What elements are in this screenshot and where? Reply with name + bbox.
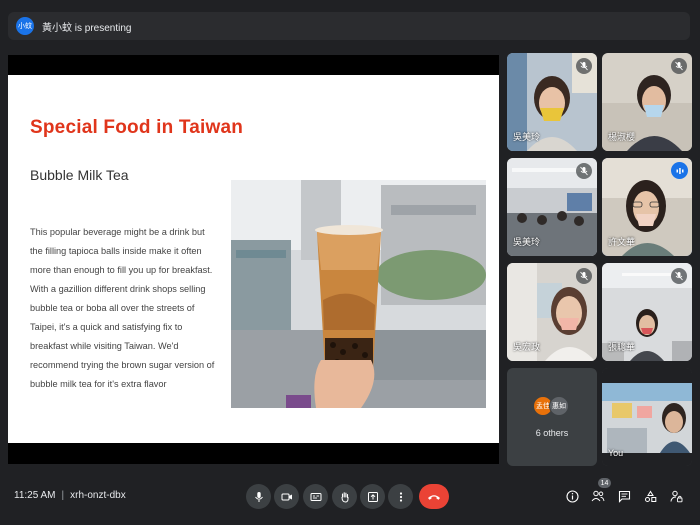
slide-body: This popular beverage might be a drink b… <box>30 227 215 389</box>
presentation-stage[interactable]: Special Food in Taiwan Bubble Milk Tea T… <box>8 55 499 464</box>
participant-name: 張聰華 <box>608 342 636 352</box>
chat-icon <box>618 490 630 503</box>
participant-name: 吳宏政 <box>513 342 541 352</box>
leave-call-button[interactable] <box>419 484 449 509</box>
participant-name: 楊淑櫻 <box>608 132 636 142</box>
participant-tile[interactable]: 吳美玲 <box>507 158 597 256</box>
clock-time: 11:25 AM <box>14 490 56 501</box>
mic-off-icon <box>576 163 592 179</box>
people-button[interactable] <box>587 485 609 507</box>
participant-name: 吳美玲 <box>513 237 541 247</box>
mic-off-icon <box>671 58 687 74</box>
slide: Special Food in Taiwan Bubble Milk Tea T… <box>8 75 499 443</box>
meeting-details-button[interactable] <box>561 485 583 507</box>
presenting-banner: 小蚊 黃小蚊 is presenting <box>8 12 690 40</box>
more-vert-icon <box>399 491 402 502</box>
avatar: 惠如 <box>549 396 569 416</box>
participant-tile[interactable]: 楊淑櫻 <box>602 53 692 151</box>
chat-button[interactable] <box>613 485 635 507</box>
meeting-code: xrh-onzt-dbx <box>70 490 126 501</box>
presenter-avatar: 小蚊 <box>16 17 34 35</box>
mic-off-icon <box>671 268 687 284</box>
present-button[interactable] <box>360 484 385 509</box>
camera-icon <box>281 493 292 500</box>
participant-tile[interactable]: 吳宏政 <box>507 263 597 361</box>
participant-name: 吳美玲 <box>513 132 541 142</box>
self-name: You <box>608 448 624 458</box>
slide-subtitle: Bubble Milk Tea <box>30 167 129 183</box>
hand-icon <box>341 491 348 503</box>
participant-tile[interactable]: 張聰華 <box>602 263 692 361</box>
more-options-button[interactable] <box>388 484 413 509</box>
speaking-indicator-icon <box>671 162 688 179</box>
info-icon <box>565 489 579 503</box>
meeting-info: 11:25 AM | xrh-onzt-dbx <box>14 490 126 501</box>
host-controls-button[interactable] <box>665 485 687 507</box>
separator: | <box>61 490 65 501</box>
activities-icon <box>644 490 656 502</box>
others-tile[interactable]: 孟佳 惠如 6 others <box>507 368 597 466</box>
raise-hand-button[interactable] <box>332 484 357 509</box>
participant-tile-speaking[interactable]: 許文華 <box>602 158 692 256</box>
microphone-button[interactable] <box>246 484 271 509</box>
camera-button[interactable] <box>274 484 299 509</box>
captions-button[interactable] <box>303 484 328 509</box>
others-avatars: 孟佳 惠如 <box>533 396 569 416</box>
mic-off-icon <box>576 58 592 74</box>
people-count-badge: 14 <box>598 478 611 488</box>
presenting-label: 黃小蚊 is presenting <box>42 22 132 34</box>
present-icon <box>367 491 378 502</box>
microphone-icon <box>254 491 263 502</box>
self-tile[interactable]: You <box>602 368 692 466</box>
bottom-toolbar: 11:25 AM | xrh-onzt-dbx 14 <box>0 470 700 525</box>
participant-tile[interactable]: 吳美玲 <box>507 53 597 151</box>
people-icon <box>591 490 605 502</box>
others-count: 6 others <box>535 428 569 438</box>
lock-person-icon <box>670 490 682 502</box>
bubble-tea-photo <box>231 180 486 408</box>
captions-icon <box>310 492 321 501</box>
participant-name: 許文華 <box>608 237 636 247</box>
slide-title: Special Food in Taiwan <box>30 117 244 138</box>
end-call-icon <box>428 494 440 500</box>
activities-button[interactable] <box>639 485 661 507</box>
mic-off-icon <box>576 268 592 284</box>
